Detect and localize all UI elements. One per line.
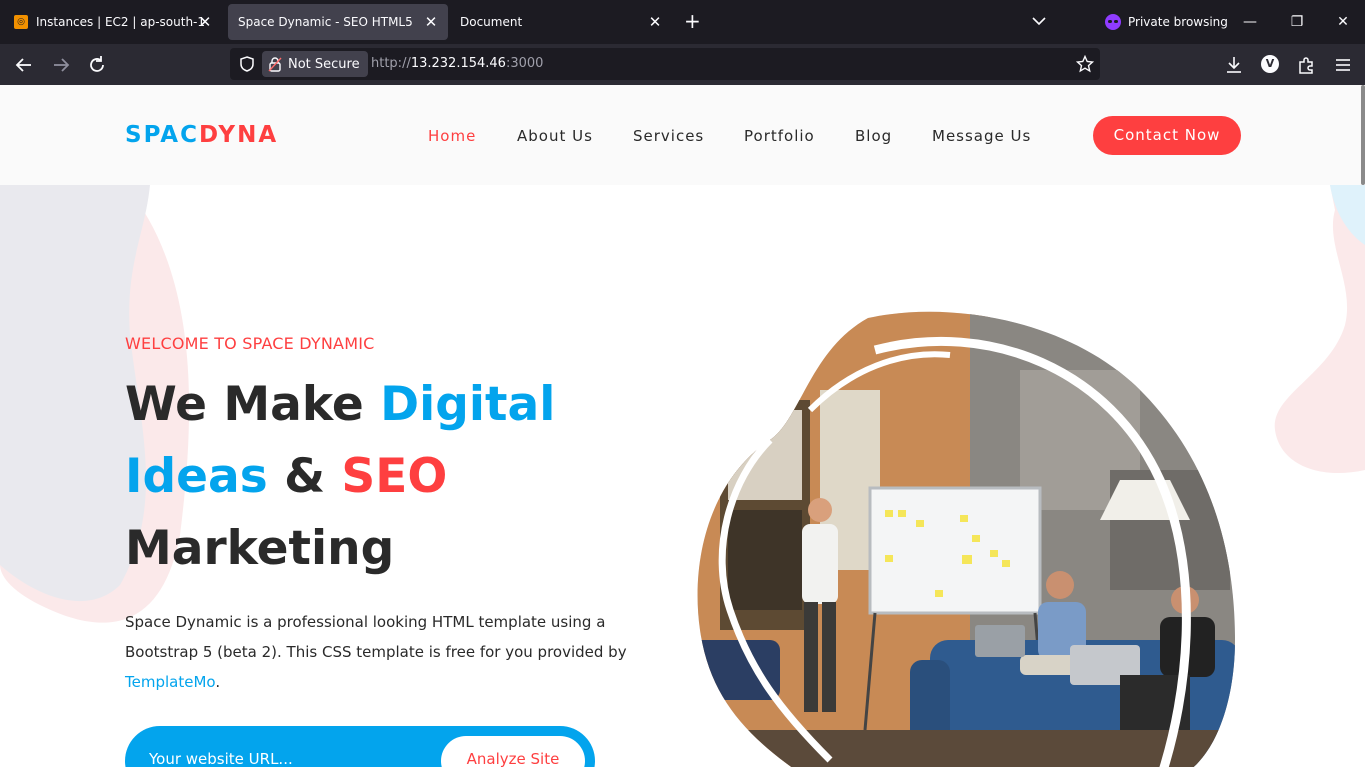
private-browsing-label: Private browsing — [1128, 15, 1228, 29]
website-url-input[interactable] — [149, 748, 429, 767]
headline-line-2: Ideas & SEO — [125, 441, 447, 513]
analyze-site-button[interactable]: Analyze Site — [441, 736, 585, 767]
nav-link-portfolio[interactable]: Portfolio — [744, 127, 815, 145]
aws-favicon-icon: ◎ — [14, 15, 28, 29]
close-window-icon[interactable]: ✕ — [1333, 12, 1353, 32]
reload-icon[interactable] — [86, 54, 108, 76]
hamburger-menu-icon[interactable] — [1332, 54, 1354, 76]
nav-link-about-us[interactable]: About Us — [517, 127, 593, 145]
logo-part-1: SPAC — [125, 122, 199, 148]
url-scheme: http:// — [371, 56, 411, 71]
downloads-icon[interactable] — [1223, 54, 1245, 76]
not-secure-label: Not Secure — [288, 56, 360, 72]
contact-now-button[interactable]: Contact Now — [1093, 116, 1241, 155]
private-mask-icon — [1105, 14, 1121, 30]
nav-link-services[interactable]: Services — [633, 127, 704, 145]
close-tab-icon[interactable]: ✕ — [196, 13, 214, 31]
address-bar[interactable]: Not Secure http://13.232.154.46:3000 — [230, 48, 1100, 80]
restore-window-icon[interactable]: ❐ — [1287, 12, 1307, 32]
site-security-button[interactable]: Not Secure — [262, 51, 368, 77]
intro-end: . — [215, 673, 221, 691]
headline-highlight-ideas: Ideas — [125, 449, 268, 504]
nav-link-home[interactable]: Home — [428, 127, 476, 145]
tab-title: Document — [460, 15, 523, 29]
intro-text: Space Dynamic is a professional looking … — [125, 613, 627, 661]
hero-office-image — [697, 311, 1235, 767]
url-text[interactable]: http://13.232.154.46:3000 — [371, 56, 543, 71]
headline-line-1: We Make Digital — [125, 369, 555, 441]
logo-part-2: DYNA — [199, 122, 279, 148]
headline-highlight-digital: Digital — [380, 377, 556, 432]
tab-space-dynamic[interactable]: Space Dynamic - SEO HTML5 Temp ✕ — [228, 4, 448, 40]
page-viewport: SPACDYNA Home About Us Services Portfoli… — [0, 85, 1365, 767]
back-arrow-icon[interactable] — [13, 54, 35, 76]
site-logo[interactable]: SPACDYNA — [125, 122, 278, 148]
extensions-puzzle-icon[interactable] — [1296, 54, 1318, 76]
insecure-lock-icon — [268, 57, 282, 72]
nav-link-message-us[interactable]: Message Us — [932, 127, 1031, 145]
new-tab-plus-icon[interactable]: + — [684, 10, 701, 32]
nav-link-blog[interactable]: Blog — [855, 127, 892, 145]
close-tab-icon[interactable]: ✕ — [646, 13, 664, 31]
account-avatar[interactable]: V — [1261, 55, 1279, 73]
headline-line-3: Marketing — [125, 521, 395, 576]
tracking-protection-shield-icon[interactable] — [238, 55, 256, 73]
list-all-tabs-chevron-icon[interactable] — [1030, 12, 1048, 30]
page-scrollbar[interactable] — [1361, 85, 1365, 185]
headline-text: & — [267, 449, 342, 504]
headline-text: We Make — [125, 377, 381, 432]
site-header: SPACDYNA Home About Us Services Portfoli… — [0, 85, 1361, 185]
forward-arrow-icon[interactable] — [50, 54, 72, 76]
analyze-form: Analyze Site — [125, 726, 595, 767]
bookmark-star-icon[interactable] — [1076, 55, 1094, 73]
tab-bar: ◎ Instances | EC2 | ap-south-1 ✕ Space D… — [0, 0, 1365, 44]
close-tab-icon[interactable]: ✕ — [422, 13, 440, 31]
tab-title: Space Dynamic - SEO HTML5 Temp — [238, 15, 416, 29]
private-browsing-indicator: Private browsing — [1105, 14, 1228, 30]
tab-title: Instances | EC2 | ap-south-1 — [36, 15, 206, 29]
intro-paragraph: Space Dynamic is a professional looking … — [125, 607, 635, 697]
url-host: 13.232.154.46 — [410, 56, 506, 71]
tab-ec2-instances[interactable]: ◎ Instances | EC2 | ap-south-1 ✕ — [4, 4, 222, 40]
navigation-toolbar: Not Secure http://13.232.154.46:3000 V — [0, 44, 1365, 85]
url-port: :3000 — [505, 56, 544, 71]
templatemo-link[interactable]: TemplateMo — [125, 673, 215, 691]
minimize-window-icon[interactable]: — — [1240, 12, 1260, 32]
welcome-eyebrow: WELCOME TO SPACE DYNAMIC — [125, 334, 375, 353]
tab-document[interactable]: Document ✕ — [450, 4, 672, 40]
headline-highlight-seo: SEO — [341, 449, 448, 504]
